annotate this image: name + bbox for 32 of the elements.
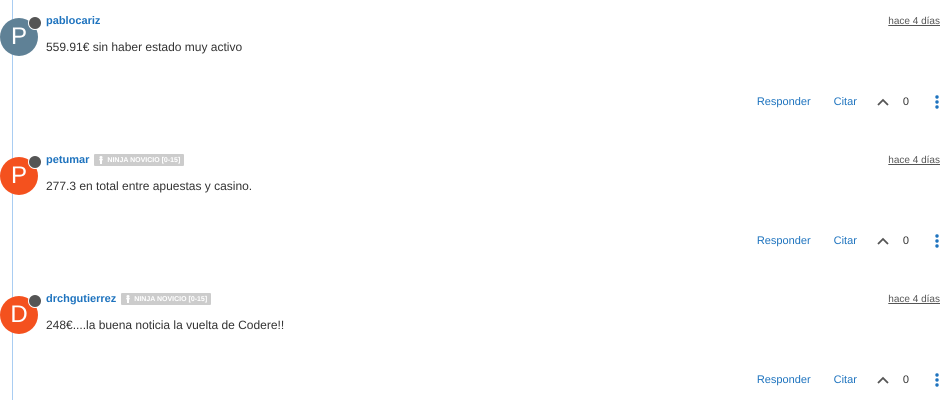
more-icon[interactable] [935, 95, 939, 109]
action-link[interactable]: Citar [834, 96, 857, 108]
timestamp-link[interactable]: hace 4 días [888, 294, 940, 304]
status-dot [28, 16, 42, 30]
comment-text: 248€....la buena noticia la vuelta de Codere!! [46, 318, 286, 332]
more-icon[interactable] [935, 234, 939, 248]
user-avatar[interactable]: D [0, 296, 38, 334]
username-link[interactable]: pablocariz [46, 15, 100, 27]
comment-text: 559.91€ sin haber estado muy activo [46, 40, 244, 54]
user-avatar[interactable]: P [0, 157, 38, 195]
action-link[interactable]: Responder [756, 235, 811, 247]
figure-icon [125, 295, 132, 303]
upvote-icon[interactable] [876, 376, 889, 384]
vote-count: 0 [902, 96, 909, 108]
comment-text: 277.3 en total entre apuestas y casino. [46, 179, 254, 193]
action-link[interactable]: Citar [834, 374, 857, 386]
action-link[interactable]: Citar [834, 235, 857, 247]
status-dot [28, 294, 42, 308]
timestamp-link[interactable]: hace 4 días [888, 16, 940, 26]
figure-icon [98, 156, 104, 164]
upvote-icon[interactable] [876, 237, 889, 245]
timestamp-link[interactable]: hace 4 días [888, 154, 940, 166]
action-link[interactable]: Responder [756, 96, 811, 108]
user-avatar[interactable]: P [0, 18, 38, 56]
action-link[interactable]: Responder [756, 374, 811, 386]
status-dot [28, 155, 42, 169]
username-link[interactable]: drchgutierrez [46, 293, 116, 305]
upvote-icon[interactable] [876, 98, 889, 106]
more-icon[interactable] [935, 373, 939, 387]
username-link[interactable]: petumar [46, 154, 90, 166]
vote-count: 0 [902, 235, 909, 247]
vote-count: 0 [902, 374, 909, 386]
